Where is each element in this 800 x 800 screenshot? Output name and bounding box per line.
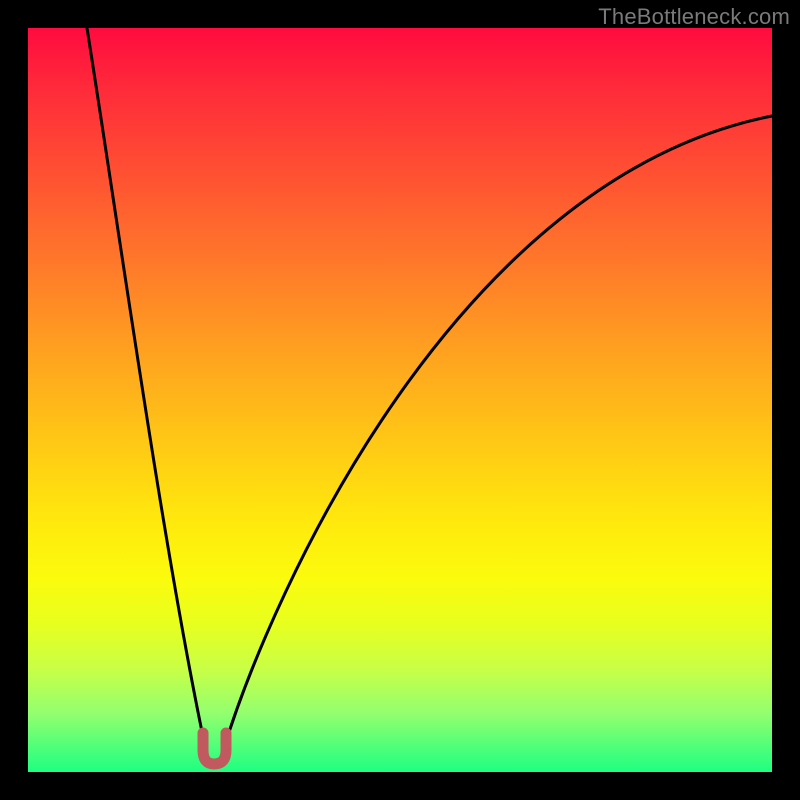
watermark-text: TheBottleneck.com: [598, 4, 790, 30]
plot-area: [28, 28, 772, 772]
optimum-marker-shape: [203, 733, 226, 764]
optimum-marker: [28, 28, 772, 772]
outer-frame: TheBottleneck.com: [0, 0, 800, 800]
